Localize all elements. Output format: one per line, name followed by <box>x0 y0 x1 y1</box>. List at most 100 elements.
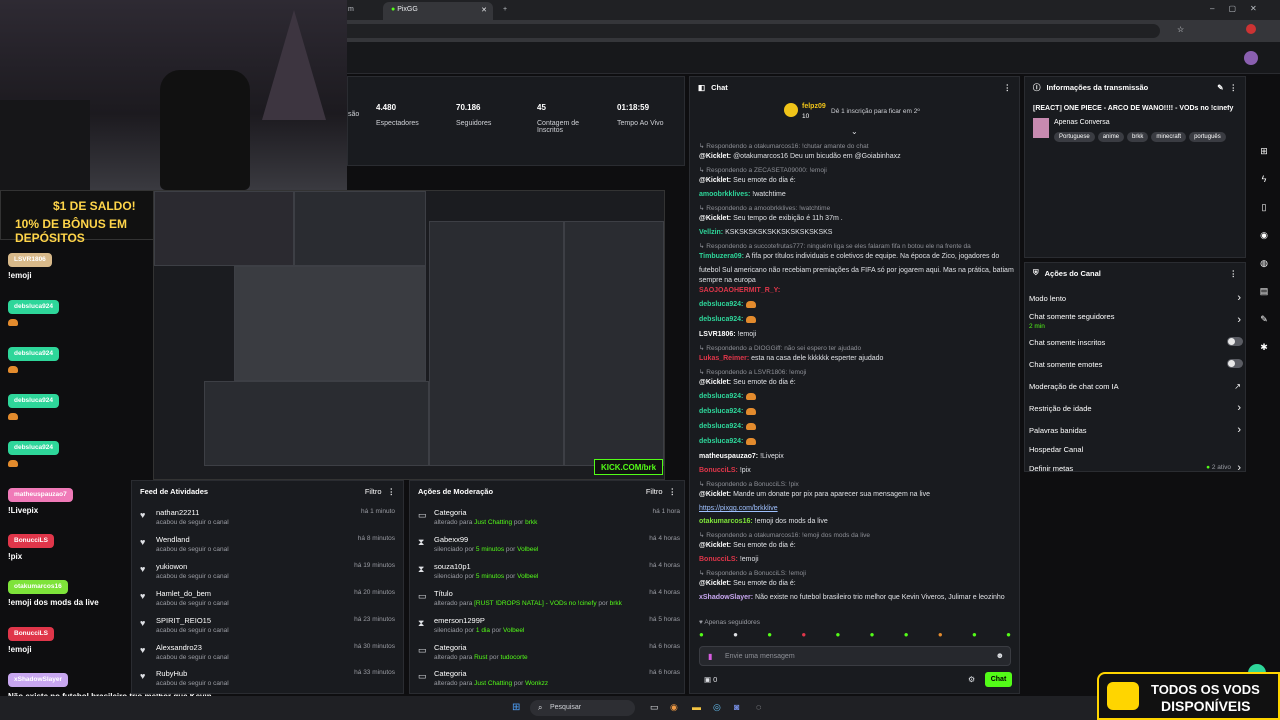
heart-icon: ♥ <box>140 537 146 547</box>
rail-icon-1[interactable]: ⊞ <box>1257 146 1271 160</box>
obs-icon[interactable]: ◌ <box>756 702 761 712</box>
discord-icon[interactable]: ◙ <box>734 702 739 712</box>
tag[interactable]: minecraft <box>1151 132 1187 142</box>
chat-username[interactable]: @Kicklet: <box>699 177 731 184</box>
emote-icon[interactable]: ● <box>767 630 772 642</box>
chat-username[interactable]: BonucciLS: <box>699 556 738 563</box>
chat-username[interactable]: debsluca924: <box>699 393 743 400</box>
stat-partial: são <box>348 111 360 118</box>
mod-item: ⧗ souza10p1 silenciado por 5 minutos por V… <box>418 562 680 580</box>
tag[interactable]: português <box>1189 132 1226 142</box>
settings-gear-icon[interactable]: ✱ <box>1257 342 1271 356</box>
chat-message: https://pixgg.com/brkklive <box>699 504 1019 513</box>
emote-icon[interactable]: ● <box>904 630 909 642</box>
filter-button[interactable]: Filtro <box>365 487 382 496</box>
wrench-icon[interactable]: ✎ <box>1257 314 1271 328</box>
chat-username[interactable]: matheuspauzao7: <box>699 453 758 460</box>
followers-only-row[interactable]: Chat somente seguidores 2 min › <box>1029 312 1243 330</box>
emoji-icon[interactable]: ☻ <box>996 651 1004 660</box>
more-options-icon[interactable]: ⋮ <box>669 487 677 496</box>
chrome-icon[interactable]: ◉ <box>670 702 678 713</box>
layout-icon[interactable]: ▤ <box>1257 286 1271 300</box>
more-options-icon[interactable]: ⋮ <box>388 487 396 496</box>
chevron-down-icon[interactable]: ⌄ <box>851 127 858 136</box>
browser-tab-pixgg[interactable]: ● PixGG ✕ <box>383 2 493 20</box>
tag[interactable]: anime <box>1097 132 1125 142</box>
task-view-icon[interactable]: ▭ <box>650 702 659 713</box>
close-icon[interactable]: ✕ <box>481 6 487 14</box>
chat-username[interactable]: debsluca924: <box>699 423 743 430</box>
chat-username[interactable]: BonucciLS: <box>699 467 738 474</box>
chat-username[interactable]: @Kicklet: <box>699 580 731 587</box>
category-name[interactable]: Apenas Conversa <box>1054 119 1110 126</box>
age-restriction-row[interactable]: Restrição de idade › <box>1029 402 1243 414</box>
set-goals-row[interactable]: Definir metas ● 2 ativo › <box>1029 462 1243 474</box>
document-icon[interactable]: ▯ <box>1257 202 1271 216</box>
user-avatar[interactable] <box>1244 51 1258 65</box>
bookmark-star-icon[interactable]: ☆ <box>1177 25 1184 34</box>
emote-icon[interactable]: ● <box>836 630 841 642</box>
profile-avatar[interactable] <box>1246 24 1256 34</box>
banned-words-row[interactable]: Palavras banidas › <box>1029 424 1243 436</box>
emotes-only-row: Chat somente emotes <box>1029 359 1243 369</box>
edit-icon[interactable]: ✎ <box>1217 83 1223 92</box>
tag[interactable]: brkk <box>1127 132 1149 142</box>
host-channel-row[interactable]: Hospedar Canal <box>1029 445 1243 454</box>
new-tab-button[interactable]: + <box>495 2 515 20</box>
emote-icon[interactable]: ● <box>870 630 875 642</box>
steam-icon[interactable]: ◎ <box>713 702 721 713</box>
send-chat-button[interactable]: Chat <box>985 672 1012 687</box>
emote-icon[interactable]: ● <box>699 630 704 642</box>
filter-button[interactable]: Filtro <box>646 487 663 496</box>
subs-only-toggle[interactable] <box>1227 337 1243 346</box>
pinned-user[interactable]: felpz09 <box>802 103 826 110</box>
chat-username[interactable]: otakumarcos16: <box>699 518 753 525</box>
chat-username[interactable]: debsluca924: <box>699 408 743 415</box>
windows-start-icon[interactable]: ⊞ <box>512 702 520 713</box>
chat-username[interactable]: @Kicklet: <box>699 379 731 386</box>
chat-username[interactable]: Lukas_Reimer: <box>699 355 749 362</box>
chat-username[interactable]: debsluca924: <box>699 301 743 308</box>
emote-icon[interactable]: ● <box>972 630 977 642</box>
more-options-icon[interactable]: ⋮ <box>1230 83 1238 92</box>
hourglass-icon: ⧗ <box>418 537 425 547</box>
tag[interactable]: Portuguese <box>1054 132 1095 142</box>
chat-bubble-icon[interactable]: ◉ <box>1257 230 1271 244</box>
chat-username[interactable]: @Kicklet: <box>699 153 731 160</box>
feed-item: ♥ Wendland acabou de seguir o canal há 8 mi… <box>140 535 395 553</box>
broadcast-icon[interactable]: ◍ <box>1257 258 1271 272</box>
emote-icon[interactable]: ● <box>801 630 806 642</box>
chat-username[interactable]: amoobrkklives: <box>699 191 750 198</box>
emote-icon[interactable]: ● <box>733 630 738 642</box>
chat-username[interactable]: @Kicklet: <box>699 215 731 222</box>
activity-feed-panel: Feed de Atividades Filtro ⋮ ♥ nathan22211… <box>131 480 404 694</box>
more-options-icon[interactable]: ⋮ <box>1004 83 1012 92</box>
chat-username[interactable]: debsluca924: <box>699 316 743 323</box>
file-explorer-icon[interactable]: ▬ <box>692 702 701 712</box>
chat-username[interactable]: SAOJOAOHERMIT_R_Y: <box>699 287 780 294</box>
points-display[interactable]: ▣ 0 <box>704 675 717 684</box>
taskbar-search[interactable]: ⌕ Pesquisar <box>530 700 635 716</box>
chat-username[interactable]: debsluca924: <box>699 438 743 445</box>
ai-moderation-row[interactable]: Moderação de chat com IA ↗ <box>1029 382 1243 391</box>
chat-username[interactable]: xShadowSlayer: <box>699 594 753 601</box>
more-options-icon[interactable]: ⋮ <box>1230 269 1238 278</box>
window-controls[interactable]: –▢✕ <box>1210 4 1271 13</box>
address-bar[interactable] <box>340 24 1160 38</box>
chat-username[interactable]: @Kicklet: <box>699 491 731 498</box>
chat-input[interactable]: ▮ Envie uma mensagem ☻ <box>699 646 1011 666</box>
emote-icon[interactable]: ● <box>1006 630 1011 642</box>
chat-username[interactable]: Timbuzera09: <box>699 253 744 260</box>
vods-banner: TODOS OS VODS DISPONÍVEIS <box>1097 672 1280 720</box>
slow-mode-row[interactable]: Modo lento › <box>1029 292 1243 304</box>
mic-icon[interactable]: ▮ <box>708 652 712 661</box>
emotes-only-toggle[interactable] <box>1227 359 1243 368</box>
chat-username[interactable]: Vellzin: <box>699 229 723 236</box>
emote-icon[interactable]: ● <box>938 630 943 642</box>
bolt-icon[interactable]: ϟ <box>1257 174 1271 188</box>
settings-icon[interactable]: ⚙ <box>968 675 975 684</box>
chat-link[interactable]: https://pixgg.com/brkklive <box>699 505 778 512</box>
chat-username[interactable]: @Kicklet: <box>699 542 731 549</box>
chat-reply-context: ↳ Respondendo a succotefrutas777: ningué… <box>699 243 971 250</box>
chat-username[interactable]: LSVR1806: <box>699 331 736 338</box>
